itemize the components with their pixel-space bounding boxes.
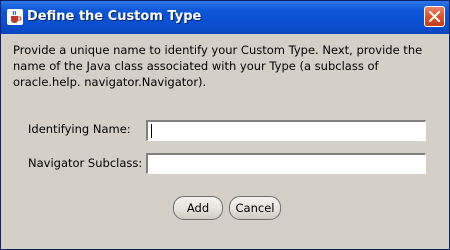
instructions-text: Provide a unique name to identify your C… xyxy=(13,43,423,89)
java-cup-icon xyxy=(7,9,23,25)
window-title: Define the Custom Type xyxy=(27,9,202,24)
title-bar[interactable]: Define the Custom Type xyxy=(1,1,449,34)
close-button[interactable] xyxy=(424,6,445,27)
identifying-name-input[interactable] xyxy=(146,120,426,141)
navigator-subclass-input[interactable] xyxy=(146,153,426,174)
close-icon xyxy=(429,11,440,22)
identifying-name-label: Identifying Name: xyxy=(28,122,131,136)
add-button[interactable]: Add xyxy=(173,196,223,220)
text-caret xyxy=(151,124,152,138)
dialog-window: Define the Custom Type Provide a unique … xyxy=(0,0,450,250)
navigator-subclass-label: Navigator Subclass: xyxy=(28,156,143,170)
cancel-button[interactable]: Cancel xyxy=(229,196,281,220)
